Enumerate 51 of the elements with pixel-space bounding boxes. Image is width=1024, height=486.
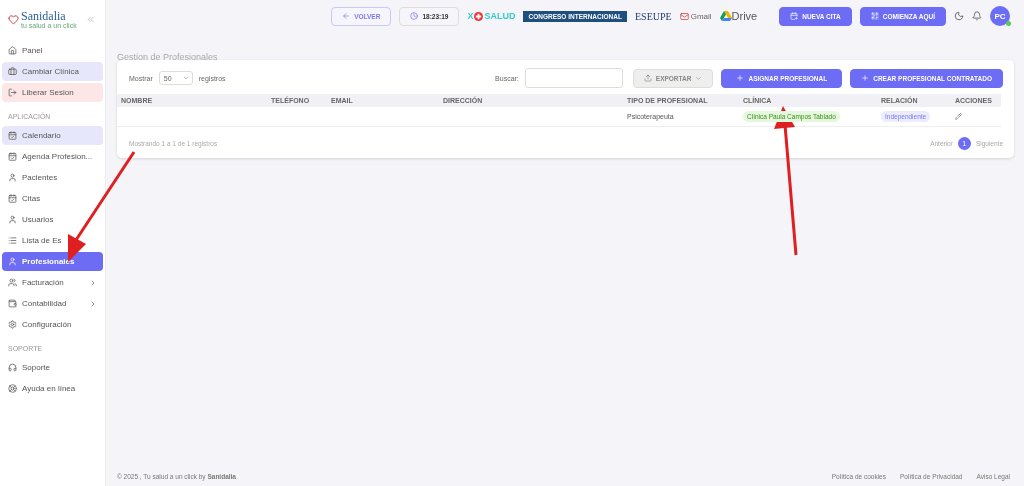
qr-code-icon: [870, 12, 879, 20]
sidebar-item[interactable]: Citas: [2, 189, 103, 208]
sidebar-item[interactable]: Lista de Es: [2, 231, 103, 250]
sidebar-item[interactable]: Panel: [2, 41, 103, 60]
user-icon: [8, 215, 17, 224]
page-title: Gestion de Profesionales: [116, 51, 219, 60]
plus-icon: [861, 74, 870, 82]
users-icon: [8, 278, 17, 287]
wallet-icon: [8, 299, 17, 308]
gmail-logo: Gmail: [679, 11, 712, 21]
bell-icon[interactable]: [972, 11, 982, 21]
caret-icon: [695, 74, 703, 82]
drive-logo: Drive: [719, 10, 758, 22]
calendar-icon: [8, 194, 17, 203]
upload-icon: [643, 74, 652, 82]
sidebar-item[interactable]: Facturación: [2, 273, 103, 292]
list-icon: [8, 236, 17, 245]
sidebar-item[interactable]: Agenda Profesion...: [2, 147, 103, 166]
sidebar-item[interactable]: Configuración: [2, 315, 103, 334]
user-icon: [8, 173, 17, 182]
headset-icon: [8, 363, 17, 372]
sidebar-item[interactable]: Contabilidad: [2, 294, 103, 313]
user-icon: [8, 257, 17, 266]
calendar-icon: [8, 152, 17, 161]
briefcase-icon: [8, 67, 17, 76]
sidebar-item[interactable]: Calendario: [2, 126, 103, 145]
search-field[interactable]: [524, 68, 623, 88]
chevron-icon: [89, 278, 97, 287]
sidebar-item[interactable]: Profesionales: [2, 252, 103, 271]
eseupe-logo: ESEUPE: [635, 10, 672, 22]
sidebar-item[interactable]: Liberar Sesion: [2, 83, 103, 102]
calendar-icon: [790, 12, 799, 20]
chevron-icon: [89, 299, 97, 308]
edit-icon[interactable]: [955, 113, 962, 120]
home-icon: [8, 46, 17, 55]
sidebar-item[interactable]: Cambiar Clínica: [2, 62, 103, 81]
lifebuoy-icon: [8, 384, 17, 393]
settings-icon: [8, 320, 17, 329]
xosalud-logo: X SALUD: [467, 11, 516, 21]
user-avatar[interactable]: PC: [990, 6, 1010, 26]
plus-icon: [736, 74, 745, 82]
caret-icon: [182, 75, 189, 81]
sidebar-item[interactable]: Pacientes: [2, 168, 103, 187]
dark-mode-icon[interactable]: [954, 11, 964, 21]
logout-icon: [8, 88, 17, 97]
sidebar-item[interactable]: Ayuda en línea: [2, 379, 103, 398]
sidebar-item[interactable]: Soporte: [2, 358, 103, 377]
calendar-icon: [8, 131, 17, 140]
arrow-left-icon: [342, 12, 351, 20]
clock-icon: [410, 12, 419, 20]
sidebar-item[interactable]: Usuarios: [2, 210, 103, 229]
